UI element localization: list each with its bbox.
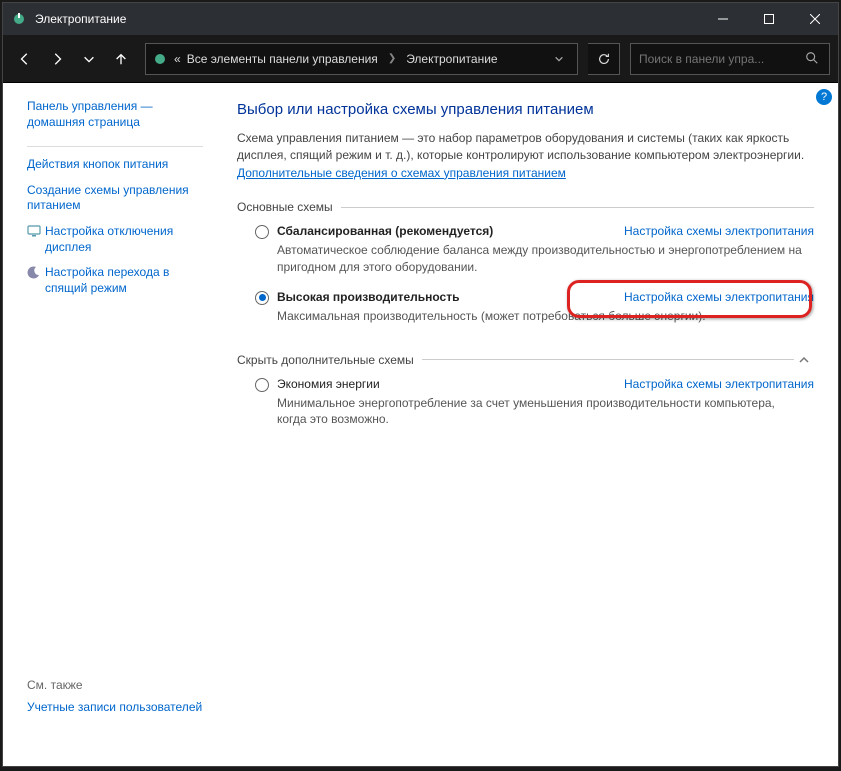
up-button[interactable] [107, 45, 135, 73]
sidebar-item-sleep[interactable]: Настройка перехода в спящий режим [27, 265, 203, 296]
main-panel: ? Выбор или настройка схемы управления п… [213, 83, 838, 766]
plan-desc: Автоматическое соблюдение баланса между … [277, 242, 814, 276]
see-also-label: См. также [27, 678, 203, 692]
chevron-up-icon[interactable] [794, 354, 814, 366]
back-button[interactable] [11, 45, 39, 73]
sidebar-item-button-actions[interactable]: Действия кнопок питания [27, 157, 203, 173]
breadcrumb-root[interactable]: Все элементы панели управления [187, 52, 378, 66]
toolbar: « Все элементы панели управления ❯ Элект… [3, 35, 838, 83]
search-input[interactable] [639, 52, 805, 66]
help-icon[interactable]: ? [816, 89, 832, 105]
app-icon [11, 11, 27, 27]
maximize-button[interactable] [746, 3, 792, 35]
plan-power-saver: Экономия энергии Настройка схемы электро… [237, 373, 814, 439]
plan-name[interactable]: Экономия энергии [277, 377, 380, 391]
learn-more-link[interactable]: Дополнительные сведения о схемах управле… [237, 166, 566, 180]
moon-icon [27, 265, 41, 279]
sidebar-item-display-off[interactable]: Настройка отключения дисплея [27, 224, 203, 255]
search-icon [805, 51, 821, 67]
breadcrumb-prefix: « [174, 52, 181, 66]
sidebar-item-create-plan[interactable]: Создание схемы управления питанием [27, 183, 203, 214]
display-icon [27, 224, 41, 238]
plan-name[interactable]: Высокая производительность [277, 290, 459, 304]
sidebar: Панель управления — домашняя страница Де… [3, 83, 213, 766]
sidebar-see-also-accounts[interactable]: Учетные записи пользователей [27, 700, 203, 716]
radio-balanced[interactable] [255, 225, 269, 239]
page-title: Выбор или настройка схемы управления пит… [237, 101, 814, 118]
plan-settings-link-power-saver[interactable]: Настройка схемы электропитания [624, 377, 814, 391]
address-dropdown[interactable] [547, 54, 571, 64]
content-area: Панель управления — домашняя страница Де… [3, 83, 838, 766]
page-description: Схема управления питанием — это набор па… [237, 130, 814, 182]
radio-power-saver[interactable] [255, 378, 269, 392]
forward-button[interactable] [43, 45, 71, 73]
address-bar[interactable]: « Все элементы панели управления ❯ Элект… [145, 43, 578, 75]
plan-desc: Минимальное энергопотребление за счет ум… [277, 395, 814, 429]
recent-dropdown[interactable] [75, 45, 103, 73]
window-title: Электропитание [35, 12, 700, 26]
section-additional-plans[interactable]: Скрыть дополнительные схемы [237, 353, 814, 367]
close-button[interactable] [792, 3, 838, 35]
sidebar-home[interactable]: Панель управления — домашняя страница [27, 99, 203, 130]
radio-high-performance[interactable] [255, 291, 269, 305]
plan-high-performance: Высокая производительность Настройка схе… [237, 286, 814, 335]
window: Электропитание « Все элементы панели упр… [2, 2, 839, 767]
address-icon [152, 51, 168, 67]
annotation-highlight [567, 280, 812, 318]
plan-name[interactable]: Сбалансированная (рекомендуется) [277, 224, 493, 238]
plan-balanced: Сбалансированная (рекомендуется) Настрой… [237, 220, 814, 286]
section-basic-plans: Основные схемы [237, 200, 814, 214]
titlebar: Электропитание [3, 3, 838, 35]
plan-settings-link-balanced[interactable]: Настройка схемы электропитания [624, 224, 814, 238]
refresh-button[interactable] [588, 43, 620, 75]
divider [27, 146, 203, 147]
search-box[interactable] [630, 43, 830, 75]
window-controls [700, 3, 838, 35]
chevron-right-icon: ❯ [388, 53, 396, 64]
minimize-button[interactable] [700, 3, 746, 35]
breadcrumb-leaf[interactable]: Электропитание [406, 52, 497, 66]
